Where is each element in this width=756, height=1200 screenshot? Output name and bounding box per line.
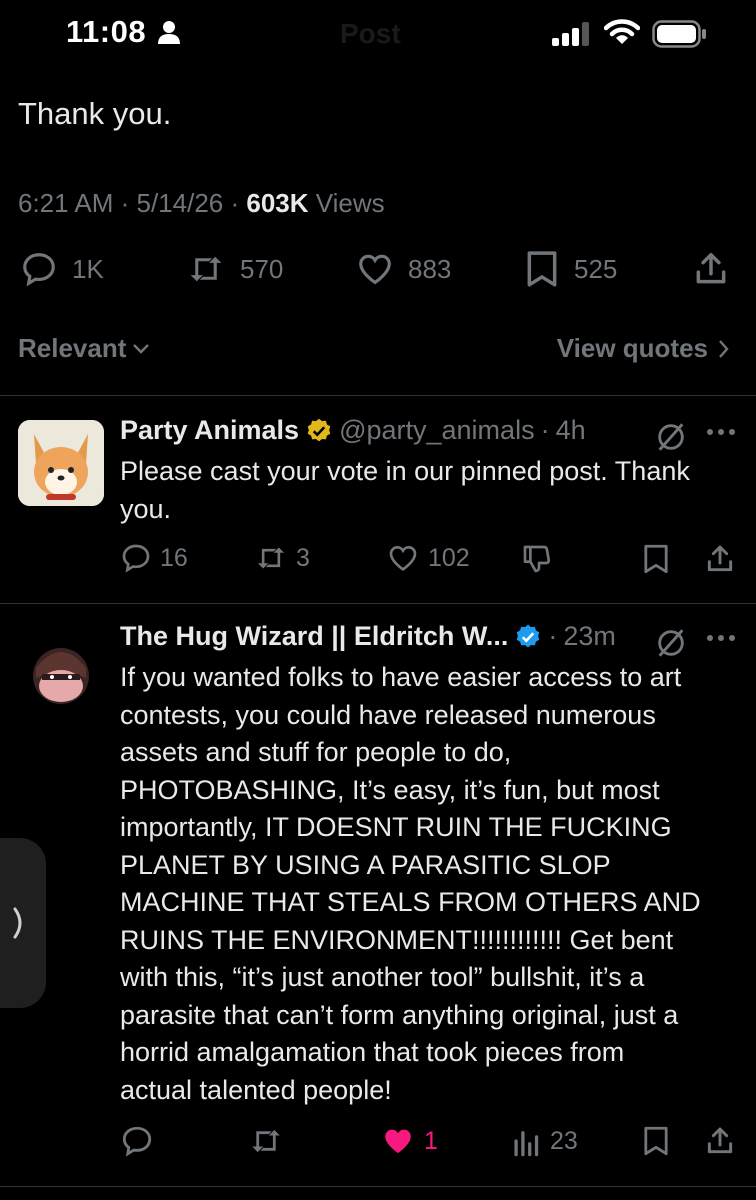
- like-button[interactable]: 883: [356, 250, 451, 288]
- side-panel-handle[interactable]: [0, 838, 46, 1008]
- repost-icon: [248, 1124, 284, 1158]
- reply-text: Please cast your vote in our pinned post…: [120, 456, 690, 524]
- downvote-button[interactable]: [520, 543, 554, 575]
- grok-icon[interactable]: [654, 626, 688, 660]
- reply-count: 16: [160, 543, 188, 572]
- post-date: 5/14/26: [136, 188, 224, 218]
- share-icon: [704, 543, 736, 575]
- like-button[interactable]: 1: [380, 1124, 438, 1158]
- reply-author-name[interactable]: Party Animals: [120, 415, 299, 446]
- share-icon: [692, 250, 730, 288]
- post-time: 6:21 AM: [18, 188, 114, 218]
- reply-button[interactable]: 16: [120, 542, 188, 574]
- chevron-right-icon: [718, 339, 730, 359]
- like-count: 102: [428, 543, 470, 572]
- repost-button[interactable]: 3: [254, 542, 310, 574]
- bookmark-icon: [642, 1124, 670, 1158]
- view-quotes-label: View quotes: [556, 333, 708, 363]
- reply-age: 23m: [563, 621, 616, 651]
- repost-icon: [186, 250, 226, 288]
- thumbs-down-icon: [520, 543, 554, 575]
- divider: [0, 1186, 756, 1187]
- sort-label: Relevant: [18, 333, 127, 363]
- person-icon: [158, 20, 180, 44]
- bookmark-button[interactable]: 525: [524, 250, 617, 288]
- share-button[interactable]: [692, 250, 730, 288]
- bookmark-button[interactable]: [642, 543, 670, 575]
- divider: [0, 603, 756, 604]
- analytics-icon: [512, 1124, 542, 1158]
- post-text: Thank you.: [18, 96, 172, 131]
- more-options-icon[interactable]: [706, 634, 736, 642]
- heart-icon: [356, 250, 394, 288]
- more-options-icon[interactable]: [706, 428, 736, 436]
- reply-text: If you wanted folks to have easier acces…: [120, 662, 701, 1105]
- reply-icon: [120, 1124, 154, 1158]
- like-button[interactable]: 102: [386, 542, 470, 574]
- heart-icon: [386, 542, 420, 574]
- views-count: 23: [550, 1126, 578, 1155]
- reply-button[interactable]: 1K: [20, 250, 104, 288]
- bookmark-count: 525: [574, 253, 618, 284]
- repost-icon: [254, 542, 288, 574]
- reply-author-name[interactable]: The Hug Wizard || Eldritch W...: [120, 621, 508, 652]
- header-title: Post: [340, 18, 401, 49]
- signal-icon: [552, 22, 592, 46]
- repost-count: 3: [296, 543, 310, 572]
- verified-badge-icon: [305, 417, 333, 445]
- status-time: 11:08: [66, 14, 147, 49]
- repost-button[interactable]: [248, 1124, 284, 1158]
- reply-icon: [20, 250, 58, 288]
- share-button[interactable]: [704, 543, 736, 575]
- chevron-right-icon: [12, 906, 28, 940]
- bookmark-icon: [524, 250, 560, 288]
- reply-button[interactable]: [120, 1124, 154, 1158]
- like-count: 1: [424, 1126, 438, 1155]
- share-icon: [704, 1124, 736, 1158]
- reply-count: 1K: [72, 253, 104, 284]
- views-count: 603K: [246, 188, 309, 218]
- view-quotes-link[interactable]: View quotes: [557, 333, 730, 364]
- reply-age: 4h: [555, 415, 586, 445]
- avatar[interactable]: [18, 420, 104, 506]
- verified-badge-icon: [514, 623, 542, 651]
- reply-icon: [120, 542, 152, 574]
- bookmark-button[interactable]: [642, 1124, 670, 1158]
- grok-icon[interactable]: [654, 420, 688, 454]
- battery-icon: [652, 20, 708, 48]
- repost-button[interactable]: 570: [186, 250, 283, 288]
- views-button[interactable]: 23: [512, 1124, 578, 1158]
- share-button[interactable]: [704, 1124, 736, 1158]
- like-count: 883: [408, 253, 452, 284]
- avatar[interactable]: [18, 628, 104, 714]
- views-label: Views: [315, 188, 385, 218]
- heart-filled-icon: [380, 1124, 416, 1158]
- post-meta: 6:21 AM · 5/14/26 · 603K Views: [18, 188, 385, 218]
- reply-author-handle[interactable]: @party_animals: [339, 415, 535, 446]
- divider: [0, 395, 756, 396]
- sort-relevant-dropdown[interactable]: Relevant: [18, 333, 150, 364]
- repost-count: 570: [240, 253, 284, 284]
- bookmark-icon: [642, 543, 670, 575]
- chevron-down-icon: [132, 342, 150, 356]
- wifi-icon: [604, 18, 640, 46]
